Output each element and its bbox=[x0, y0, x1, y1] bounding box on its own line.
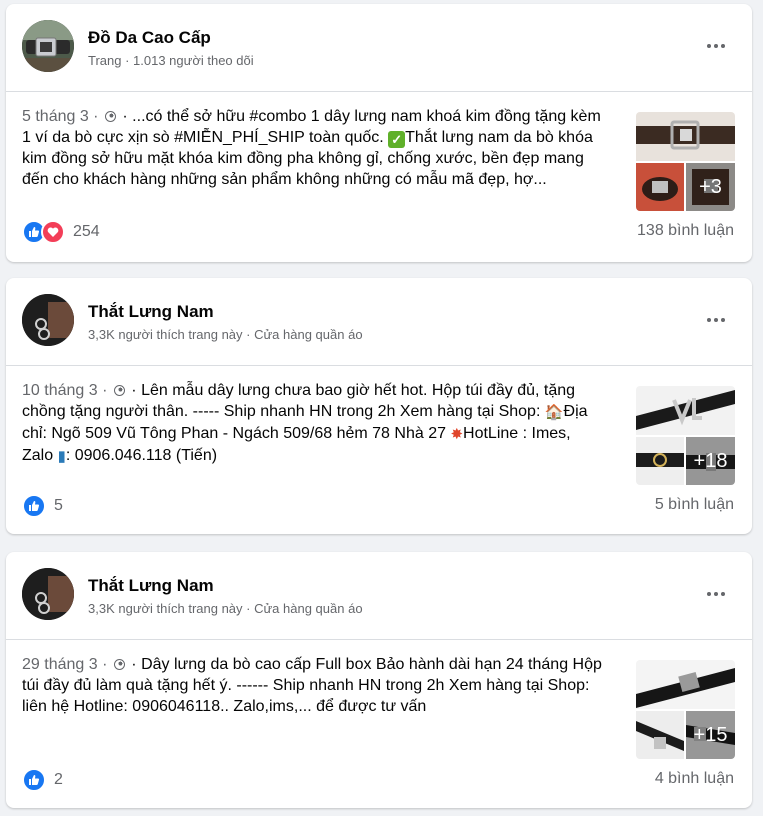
page-subtitle: 3,3K người thích trang này · Cửa hàng qu… bbox=[88, 327, 363, 342]
more-options-icon[interactable] bbox=[698, 308, 734, 332]
post-body: 29 tháng 3 · · Dây lưng da bò cao cấp Fu… bbox=[6, 640, 752, 812]
photo-thumbnail-more[interactable]: +18 bbox=[686, 437, 735, 485]
phone-emoji: ▮ bbox=[57, 448, 66, 465]
page-avatar[interactable] bbox=[22, 294, 74, 346]
house-emoji: 🏠 bbox=[544, 404, 564, 421]
post-date[interactable]: 5 tháng 3 · bbox=[22, 108, 99, 125]
page-avatar[interactable] bbox=[22, 568, 74, 620]
post-text: 5 tháng 3 · · ...có thể sở hữu #combo 1 … bbox=[22, 106, 602, 190]
photo-grid[interactable]: +15 bbox=[636, 660, 735, 759]
reactions-summary[interactable]: 5 bbox=[22, 494, 63, 518]
page-name[interactable]: Thắt Lưng Nam bbox=[88, 576, 214, 596]
post-card: Đồ Da Cao Cấp Trang · 1.013 người theo d… bbox=[6, 4, 752, 262]
globe-icon bbox=[113, 385, 125, 396]
more-photos-count: +18 bbox=[686, 437, 735, 485]
more-options-icon[interactable] bbox=[698, 582, 734, 606]
reactions-count: 5 bbox=[54, 497, 63, 514]
post-header: Thắt Lưng Nam 3,3K người thích trang này… bbox=[6, 278, 752, 366]
reactions-count: 254 bbox=[73, 223, 100, 240]
post-date[interactable]: 10 tháng 3 · bbox=[22, 382, 107, 399]
photo-thumbnail-more[interactable]: +15 bbox=[686, 711, 735, 759]
more-options-icon[interactable] bbox=[698, 34, 734, 58]
love-icon bbox=[41, 220, 65, 244]
comments-count[interactable]: 5 bình luận bbox=[655, 496, 734, 514]
globe-icon bbox=[113, 659, 125, 670]
photo-thumbnail[interactable] bbox=[636, 711, 684, 759]
photo-thumbnail[interactable] bbox=[636, 437, 684, 485]
page-name[interactable]: Thắt Lưng Nam bbox=[88, 302, 214, 322]
reactions-summary[interactable]: 2 bbox=[22, 768, 63, 792]
page-name[interactable]: Đồ Da Cao Cấp bbox=[88, 28, 211, 48]
post-text-part: : 0906.046.118 (Tiến) bbox=[65, 447, 218, 464]
page-avatar[interactable] bbox=[22, 20, 74, 72]
comments-count[interactable]: 4 bình luận bbox=[655, 770, 734, 788]
reactions-summary[interactable]: 254 bbox=[22, 220, 100, 244]
post-header: Đồ Da Cao Cấp Trang · 1.013 người theo d… bbox=[6, 4, 752, 92]
photo-thumbnail[interactable] bbox=[636, 112, 735, 161]
post-body: 10 tháng 3 · · Lên mẫu dây lưng chưa bao… bbox=[6, 366, 752, 538]
comments-count[interactable]: 138 bình luận bbox=[637, 222, 734, 240]
post-card: Thắt Lưng Nam 3,3K người thích trang này… bbox=[6, 278, 752, 534]
check-emoji: ✓ bbox=[388, 131, 406, 148]
post-body: 5 tháng 3 · · ...có thể sở hữu #combo 1 … bbox=[6, 92, 752, 264]
globe-icon bbox=[104, 111, 116, 122]
photo-thumbnail[interactable] bbox=[636, 386, 735, 435]
like-icon bbox=[22, 494, 46, 518]
photo-grid[interactable]: +18 bbox=[636, 386, 735, 485]
photo-thumbnail-more[interactable]: +3 bbox=[686, 163, 735, 211]
photo-grid[interactable]: +3 bbox=[636, 112, 735, 211]
page-subtitle: 3,3K người thích trang này · Cửa hàng qu… bbox=[88, 601, 363, 616]
reactions-count: 2 bbox=[54, 771, 63, 788]
page-subtitle: Trang · 1.013 người theo dõi bbox=[88, 53, 254, 68]
post-text: 10 tháng 3 · · Lên mẫu dây lưng chưa bao… bbox=[22, 380, 602, 467]
photo-thumbnail[interactable] bbox=[636, 163, 684, 211]
more-photos-count: +15 bbox=[686, 711, 735, 759]
post-header: Thắt Lưng Nam 3,3K người thích trang này… bbox=[6, 552, 752, 640]
photo-thumbnail[interactable] bbox=[636, 660, 735, 709]
like-icon bbox=[22, 768, 46, 792]
collision-emoji: ✸ bbox=[450, 426, 464, 443]
post-card: Thắt Lưng Nam 3,3K người thích trang này… bbox=[6, 552, 752, 808]
post-date[interactable]: 29 tháng 3 · bbox=[22, 656, 107, 673]
post-text: 29 tháng 3 · · Dây lưng da bò cao cấp Fu… bbox=[22, 654, 602, 717]
post-text-part: · Dây lưng da bò cao cấp Full box Bảo hà… bbox=[22, 656, 602, 715]
more-photos-count: +3 bbox=[686, 163, 735, 211]
